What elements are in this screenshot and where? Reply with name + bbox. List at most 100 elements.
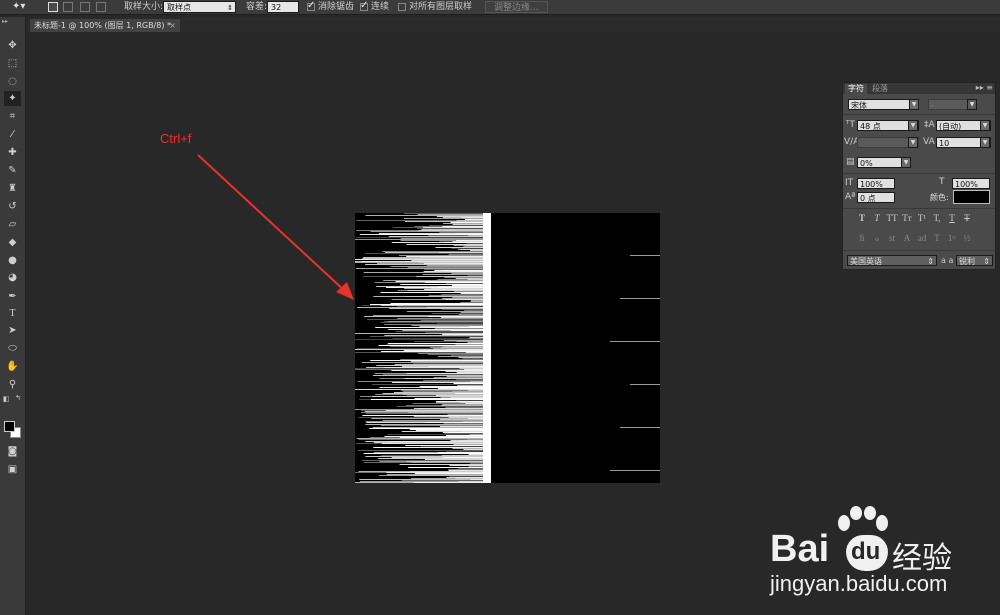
baseline-shift-input[interactable]: 0 点 [857,192,895,203]
tolerance-input[interactable]: 32 [267,1,299,13]
chevron-down-icon[interactable]: ▼ [908,137,918,148]
strikethrough-icon[interactable]: T [960,213,974,223]
font-family-select[interactable]: 宋体 [848,99,914,110]
divider [843,173,995,174]
superscript-icon[interactable]: T¹ [915,213,929,223]
history-brush-tool-icon[interactable]: ↺ [4,199,21,214]
baseline-shift-value: 0 点 [860,194,876,203]
watermark-url: jingyan.baidu.com [770,571,948,596]
fractions-icon[interactable]: ½ [960,233,974,243]
chevron-down-icon[interactable]: ▼ [967,99,977,110]
faux-italic-icon[interactable]: T [870,213,884,223]
eraser-tool-icon[interactable]: ▱ [4,217,21,232]
font-style-select[interactable]: - [928,99,972,110]
type-tool-icon[interactable]: T [4,306,21,321]
vertical-scale-icon: IT [845,178,854,188]
tsume-icon: ▤ [846,157,855,167]
dodge-tool-icon[interactable]: ◕ [4,270,21,285]
document-tab[interactable]: 未标题-1 @ 100% (图层 1, RGB/8) * × [30,19,180,32]
sample-size-select[interactable]: 取样点 ⇕ [163,1,236,13]
baseline-shift-icon: Aª [845,192,856,202]
canvas-artwork [355,213,660,483]
sample-all-layers-label: 对所有图层取样 [409,2,473,12]
subscript-icon[interactable]: T, [930,213,944,223]
add-selection-mode-icon[interactable] [63,2,73,12]
vertical-scale-value: 100% [860,180,883,189]
divider [843,250,995,251]
ornaments-icon[interactable]: T [930,233,944,243]
contiguous-checkbox[interactable]: 连续 [360,0,390,13]
chevron-down-icon[interactable]: ▼ [909,99,919,110]
marquee-tool-icon[interactable]: ⬚ [4,56,21,71]
discretionary-ligature-icon[interactable]: ℴ [870,233,884,244]
tolerance-label: 容差: [246,2,268,12]
chevron-down-icon[interactable]: ▼ [980,120,990,131]
ordinals-icon[interactable]: 1ˢᵗ [945,233,959,243]
horizontal-scale-input[interactable]: 100% [952,178,990,189]
antialias-label: 消除锯齿 [318,2,355,12]
pen-tool-icon[interactable]: ✒ [4,289,21,304]
small-caps-icon[interactable]: Tт [900,213,914,223]
chevron-down-icon[interactable]: ▼ [901,157,911,168]
hand-tool-icon[interactable]: ✋ [4,359,21,374]
panel-collapse-icon[interactable]: ▸▸ [2,18,8,25]
titling-icon[interactable]: ad [915,233,929,243]
ellipse-tool-icon[interactable]: ⬭ [4,341,21,356]
chevron-updown-icon: ⇕ [227,4,233,12]
close-icon[interactable]: × [169,19,176,32]
subtract-selection-mode-icon[interactable] [80,2,90,12]
tab-character[interactable]: 字符 [845,84,867,94]
paint-bucket-tool-icon[interactable]: ◆ [4,235,21,250]
baidu-jingyan-watermark: Bai du 经验 jingyan.baidu.com [770,505,995,605]
contiguous-label: 连续 [371,2,390,12]
all-caps-icon[interactable]: TT [885,213,899,223]
swap-colors-icon[interactable]: ↰ [15,394,21,402]
anti-alias-select[interactable]: 锐利 ⇕ [956,255,993,266]
new-selection-mode-icon[interactable] [48,2,58,12]
magic-wand-tool-preset-icon[interactable]: ✦▾ [12,1,25,13]
font-family-value: 宋体 [851,101,867,110]
antialias-checkbox[interactable]: 消除锯齿 [307,0,355,13]
vertical-scale-input[interactable]: 100% [857,178,895,189]
sample-size-value: 取样点 [167,3,191,12]
quick-mask-icon[interactable]: ◙ [4,444,21,459]
swash-icon[interactable]: st [885,233,899,243]
tracking-icon: VA [923,137,935,147]
chevron-down-icon[interactable]: ▼ [980,137,990,148]
intersect-selection-mode-icon[interactable] [96,2,106,12]
clone-stamp-tool-icon[interactable]: ♜ [4,181,21,196]
checkbox-unchecked-icon [398,2,406,11]
foreground-color-swatch[interactable] [4,421,15,432]
sample-all-layers-checkbox[interactable]: 对所有图层取样 [398,1,472,13]
blur-tool-icon[interactable]: ● [4,253,21,268]
move-tool-icon[interactable]: ✥ [4,38,21,53]
screen-mode-icon[interactable]: ▣ [4,462,21,477]
chevron-updown-icon: ⇕ [983,257,990,266]
healing-brush-tool-icon[interactable]: ✚ [4,145,21,160]
path-selection-tool-icon[interactable]: ➤ [4,323,21,338]
divider [843,114,995,115]
tab-paragraph[interactable]: 段落 [869,84,891,94]
ligature-icon[interactable]: ﬁ [855,233,869,243]
lasso-tool-icon[interactable]: ◌ [4,74,21,89]
default-colors-icon[interactable]: ◧ [3,395,10,403]
font-size-icon: ᵀT [846,120,855,130]
crop-tool-icon[interactable]: ⌗ [4,109,21,124]
panel-menu-icon[interactable]: ▸▸ ≡ [976,83,993,92]
tsume-input[interactable]: 0% [857,157,905,168]
color-label: 颜色: [930,193,949,202]
faux-bold-icon[interactable]: T [855,213,869,223]
magic-wand-tool-icon[interactable]: ✦ [4,91,21,106]
language-select[interactable]: 美国英语 ⇕ [847,255,937,266]
text-color-swatch[interactable] [953,190,990,204]
chevron-down-icon[interactable]: ▼ [908,120,918,131]
eyedropper-tool-icon[interactable]: ⁄ [4,127,21,142]
leading-icon: ‡A [924,120,935,130]
underline-icon[interactable]: T [945,213,959,223]
refine-edge-button[interactable]: 调整边缘... [485,1,548,13]
alternates-icon[interactable]: A [900,233,914,243]
brush-tool-icon[interactable]: ✎ [4,163,21,178]
zoom-tool-icon[interactable]: ⚲ [4,377,21,392]
document-canvas[interactable] [355,213,660,483]
watermark-du-text: du [851,538,881,565]
